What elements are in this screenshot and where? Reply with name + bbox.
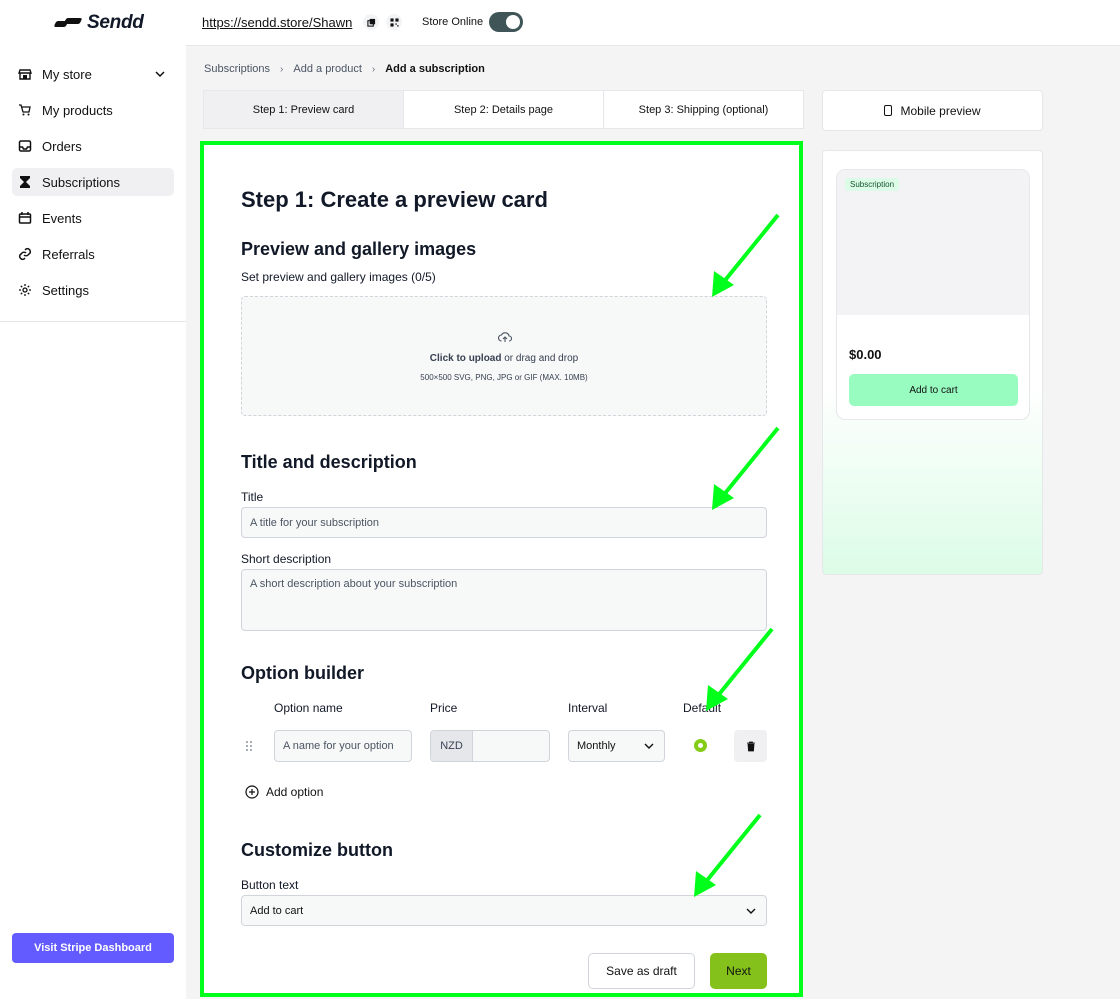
default-column: Default bbox=[683, 701, 722, 715]
option-name-input[interactable] bbox=[274, 730, 412, 762]
option-builder-heading: Option builder bbox=[241, 663, 364, 683]
preview-add-to-cart-button[interactable]: Add to cart bbox=[849, 374, 1018, 406]
step-tabs: Step 1: Preview card Step 2: Details pag… bbox=[203, 90, 804, 129]
upload-hint: 500×500 SVG, PNG, JPG or GIF (MAX. 10MB) bbox=[420, 373, 588, 382]
sidebar-item-label: Orders bbox=[42, 138, 82, 154]
button-text-label: Button text bbox=[241, 878, 299, 892]
preview-panel: Subscription $0.00 Add to cart bbox=[822, 150, 1043, 575]
top-bar: https://sendd.store/Shawn Store Online bbox=[186, 0, 1120, 46]
button-text-value: Add to cart bbox=[250, 904, 304, 917]
sidebar-item-label: Subscriptions bbox=[42, 174, 121, 190]
short-description-input[interactable] bbox=[241, 569, 767, 631]
drag-drop-text: or drag and drop bbox=[501, 353, 579, 364]
cloud-upload-icon bbox=[498, 332, 512, 342]
qr-code-icon[interactable] bbox=[386, 14, 402, 30]
chevron-down-icon bbox=[746, 908, 756, 914]
add-option-label: Add option bbox=[266, 785, 324, 799]
add-option-button[interactable]: Add option bbox=[245, 785, 323, 799]
phone-icon bbox=[884, 105, 893, 116]
annotation-arrow-icon bbox=[712, 213, 780, 297]
sidebar-item-label: Events bbox=[42, 210, 82, 226]
price-field: NZD bbox=[430, 730, 550, 762]
cart-icon bbox=[18, 103, 32, 117]
sidebar-item-events[interactable]: Events bbox=[12, 204, 174, 232]
breadcrumb: Subscriptions › Add a product › Add a su… bbox=[204, 63, 485, 75]
link-icon bbox=[18, 247, 32, 261]
default-option-radio[interactable] bbox=[694, 739, 707, 752]
product-preview-card: Subscription $0.00 Add to cart bbox=[836, 169, 1030, 420]
trash-icon bbox=[746, 741, 755, 751]
breadcrumb-subscriptions[interactable]: Subscriptions bbox=[204, 63, 270, 75]
store-icon bbox=[18, 67, 32, 81]
preview-card-form: Step 1: Create a preview card Preview an… bbox=[200, 141, 803, 997]
sidebar-item-label: Settings bbox=[42, 282, 89, 298]
chevron-right-icon: › bbox=[371, 63, 376, 75]
plus-circle-icon bbox=[245, 785, 259, 799]
form-heading: Step 1: Create a preview card bbox=[241, 187, 548, 212]
brand-name: Sendd bbox=[87, 12, 144, 33]
sidebar: Sendd My store My products Orders Subscr… bbox=[0, 0, 186, 999]
preview-image-placeholder bbox=[837, 170, 1029, 315]
gallery-label: Set preview and gallery images (0/5) bbox=[241, 270, 436, 284]
sidebar-item-label: My products bbox=[42, 102, 113, 118]
annotation-arrow-icon bbox=[694, 813, 762, 897]
sidebar-item-subscriptions[interactable]: Subscriptions bbox=[12, 168, 174, 196]
interval-value: Monthly bbox=[577, 740, 616, 752]
next-button[interactable]: Next bbox=[710, 953, 767, 989]
preview-price: $0.00 bbox=[849, 347, 882, 362]
title-input[interactable] bbox=[241, 507, 767, 538]
interval-column: Interval bbox=[568, 701, 608, 715]
customize-button-heading: Customize button bbox=[241, 840, 393, 860]
delete-option-button[interactable] bbox=[734, 730, 767, 762]
breadcrumb-add-product[interactable]: Add a product bbox=[293, 63, 362, 75]
image-upload-dropzone[interactable]: Click to upload or drag and drop 500×500… bbox=[241, 296, 767, 416]
sidebar-item-orders[interactable]: Orders bbox=[12, 132, 174, 160]
title-label: Title bbox=[241, 490, 264, 504]
annotation-arrow-icon bbox=[706, 627, 774, 711]
interval-select[interactable]: Monthly bbox=[568, 730, 665, 762]
subscription-badge: Subscription bbox=[845, 178, 900, 191]
sidebar-item-referrals[interactable]: Referrals bbox=[12, 240, 174, 268]
sidebar-item-label: My store bbox=[42, 66, 92, 82]
annotation-arrow-icon bbox=[712, 426, 780, 510]
gallery-heading: Preview and gallery images bbox=[241, 239, 477, 259]
drag-handle-icon[interactable] bbox=[243, 740, 255, 752]
tab-step-2[interactable]: Step 2: Details page bbox=[404, 91, 604, 128]
calendar-icon bbox=[18, 211, 32, 225]
option-name-column: Option name bbox=[274, 701, 343, 715]
button-text-select[interactable]: Add to cart bbox=[241, 895, 767, 926]
sidebar-divider bbox=[0, 321, 186, 322]
gear-icon bbox=[18, 283, 32, 297]
store-online-toggle[interactable] bbox=[489, 12, 523, 32]
short-description-label: Short description bbox=[241, 552, 332, 566]
mobile-preview-button[interactable]: Mobile preview bbox=[822, 90, 1043, 131]
sidebar-nav: My store My products Orders Subscription… bbox=[12, 60, 174, 312]
sidebar-item-my-store[interactable]: My store bbox=[12, 60, 174, 88]
chevron-right-icon: › bbox=[280, 63, 284, 75]
logo-mark-icon bbox=[55, 18, 81, 28]
copy-icon[interactable] bbox=[363, 14, 379, 30]
sidebar-item-my-products[interactable]: My products bbox=[12, 96, 174, 124]
sidebar-item-label: Referrals bbox=[42, 246, 95, 262]
inbox-icon bbox=[18, 139, 32, 153]
mobile-preview-label: Mobile preview bbox=[900, 103, 981, 118]
sidebar-item-settings[interactable]: Settings bbox=[12, 276, 174, 304]
visit-stripe-dashboard-button[interactable]: Visit Stripe Dashboard bbox=[12, 933, 174, 963]
store-online-label: Store Online bbox=[422, 16, 484, 28]
chevron-down-icon[interactable] bbox=[154, 68, 166, 80]
save-as-draft-button[interactable]: Save as draft bbox=[588, 953, 695, 989]
currency-label: NZD bbox=[431, 731, 473, 761]
price-input[interactable] bbox=[473, 731, 549, 761]
upload-instructions: Click to upload or drag and drop bbox=[242, 353, 766, 364]
tab-step-3[interactable]: Step 3: Shipping (optional) bbox=[604, 91, 803, 128]
hourglass-icon bbox=[18, 175, 32, 189]
price-column: Price bbox=[430, 701, 458, 715]
brand-logo[interactable]: Sendd bbox=[55, 12, 144, 34]
breadcrumb-current: Add a subscription bbox=[385, 63, 485, 75]
tab-step-1[interactable]: Step 1: Preview card bbox=[204, 91, 404, 128]
chevron-down-icon bbox=[644, 743, 654, 749]
title-description-heading: Title and description bbox=[241, 452, 417, 472]
click-to-upload-link[interactable]: Click to upload bbox=[430, 353, 502, 364]
store-url-link[interactable]: https://sendd.store/Shawn bbox=[202, 15, 352, 30]
